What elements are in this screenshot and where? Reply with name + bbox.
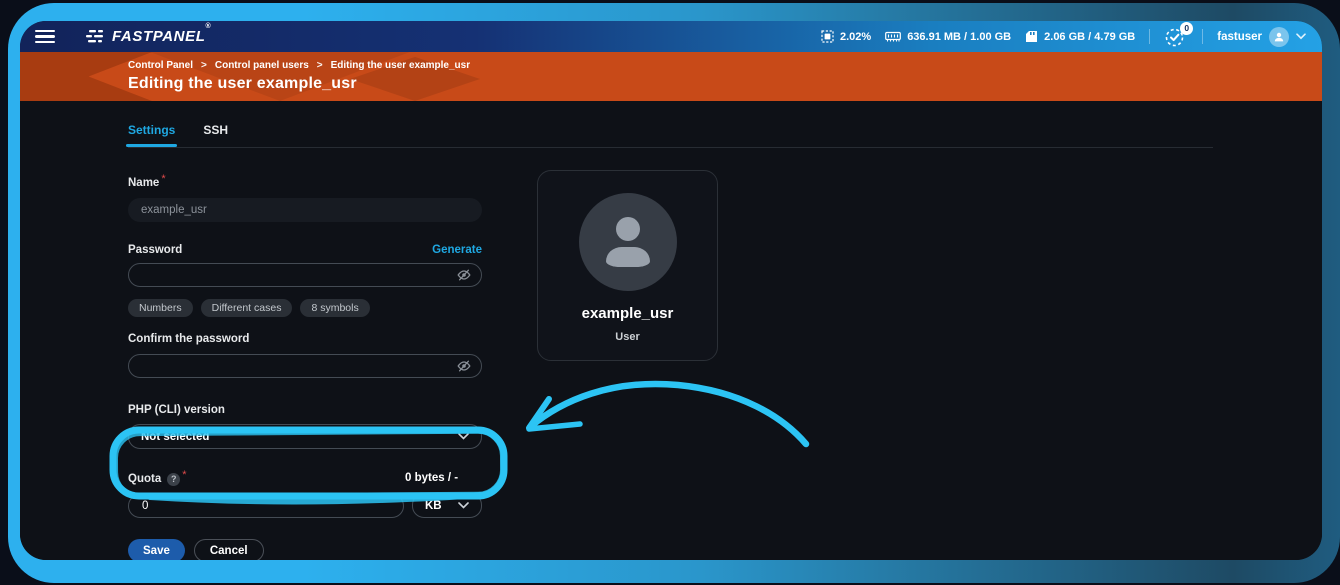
hint-cases: Different cases — [201, 299, 293, 317]
user-card: example_usr User — [537, 170, 718, 361]
topbar-separator — [1149, 29, 1150, 44]
name-label: Name — [128, 177, 159, 189]
notification-badge: 0 — [1180, 22, 1193, 35]
hint-numbers: Numbers — [128, 299, 193, 317]
fastpanel-logo[interactable]: FASTPANEL® — [86, 28, 211, 45]
tab-ssh[interactable]: SSH — [203, 123, 228, 147]
chevron-down-icon — [1296, 33, 1306, 40]
disk-icon — [1025, 30, 1038, 43]
topbar-stats: 2.02% 636.91 MB / 1.00 GB 2.06 GB / 4.79… — [821, 26, 1306, 48]
ram-usage-value: 636.91 MB / 1.00 GB — [907, 31, 1011, 43]
tab-settings[interactable]: Settings — [128, 123, 175, 147]
username-label: fastuser — [1217, 31, 1262, 43]
user-avatar-large — [579, 193, 677, 291]
cpu-usage-value: 2.02% — [840, 31, 871, 43]
tab-bar: Settings SSH — [128, 123, 1322, 147]
save-button[interactable]: Save — [128, 539, 185, 560]
password-field[interactable] — [128, 263, 482, 287]
user-avatar-icon — [1269, 27, 1289, 47]
breadcrumb-control-panel-users[interactable]: Control panel users — [215, 60, 309, 71]
user-edit-form: Name* Password Generate — [128, 173, 482, 560]
topbar-separator — [1202, 29, 1203, 44]
topbar: FASTPANEL® 2.02% 636.91 MB / 1.00 GB — [20, 21, 1322, 52]
breadcrumb-current: Editing the user example_usr — [331, 60, 471, 71]
hint-symbols: 8 symbols — [300, 299, 369, 317]
password-requirements: Numbers Different cases 8 symbols — [128, 299, 482, 317]
php-cli-selected-value: Not selected — [141, 431, 209, 443]
quota-field[interactable] — [128, 494, 404, 518]
php-cli-version-select[interactable]: Not selected — [128, 424, 482, 449]
quota-help-icon[interactable]: ? — [167, 473, 180, 486]
confirm-password-field[interactable] — [128, 354, 482, 378]
person-icon — [616, 217, 640, 241]
equalizer-icon — [86, 30, 105, 44]
registered-mark: ® — [205, 23, 211, 30]
breadcrumb: Control Panel > Control panel users > Ed… — [128, 60, 1322, 71]
eye-slash-icon[interactable] — [456, 267, 472, 288]
ram-usage-stat: 636.91 MB / 1.00 GB — [885, 31, 1011, 43]
cpu-icon — [821, 30, 834, 43]
logo-text: FASTPANEL® — [112, 28, 211, 45]
breadcrumb-control-panel[interactable]: Control Panel — [128, 60, 193, 71]
main-content: Settings SSH Name* Password Generate — [20, 101, 1322, 560]
page-title: Editing the user example_usr — [128, 75, 1322, 93]
confirm-password-label: Confirm the password — [128, 333, 249, 345]
user-card-name: example_usr — [538, 305, 717, 322]
php-cli-version-label: PHP (CLI) version — [128, 404, 225, 416]
app-window: FASTPANEL® 2.02% 636.91 MB / 1.00 GB — [20, 21, 1322, 560]
breadcrumb-separator: > — [201, 60, 207, 71]
generate-password-link[interactable]: Generate — [432, 244, 482, 256]
disk-usage-stat: 2.06 GB / 4.79 GB — [1025, 30, 1135, 43]
quota-unit-select[interactable]: KB — [412, 493, 482, 518]
cpu-usage-stat: 2.02% — [821, 30, 871, 43]
tab-divider — [128, 147, 1213, 148]
eye-slash-icon[interactable] — [456, 358, 472, 379]
page-header: Control Panel > Control panel users > Ed… — [20, 52, 1322, 101]
quota-label: Quota — [128, 473, 161, 485]
password-label: Password — [128, 244, 182, 256]
user-menu[interactable]: fastuser — [1217, 27, 1306, 47]
disk-usage-value: 2.06 GB / 4.79 GB — [1044, 31, 1135, 43]
hamburger-menu-icon[interactable] — [30, 26, 60, 48]
user-card-role: User — [538, 331, 717, 343]
notifications-button[interactable]: 0 — [1164, 26, 1188, 48]
required-mark: * — [161, 173, 165, 185]
name-field[interactable] — [128, 198, 482, 222]
chevron-down-icon — [458, 502, 469, 509]
required-mark: * — [182, 469, 186, 481]
quota-usage-value: 0 bytes / - — [405, 472, 482, 484]
quota-unit-value: KB — [425, 500, 442, 512]
cancel-button[interactable]: Cancel — [194, 539, 264, 560]
chevron-down-icon — [458, 433, 469, 440]
breadcrumb-separator: > — [317, 60, 323, 71]
ram-icon — [885, 31, 901, 43]
